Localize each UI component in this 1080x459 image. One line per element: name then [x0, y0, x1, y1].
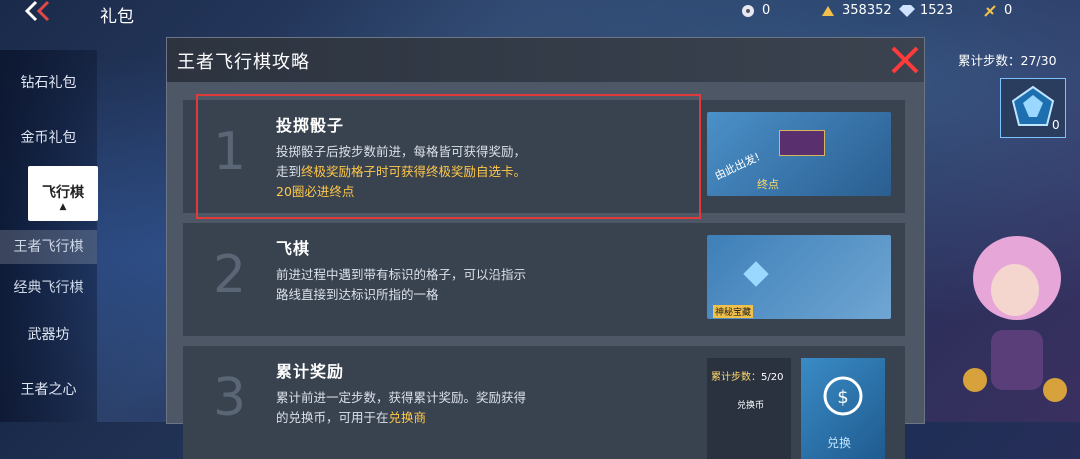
gold-coin-icon — [820, 4, 836, 18]
diamond-icon — [743, 261, 769, 287]
steps-counter: 累计步数：27/30 — [958, 53, 1057, 68]
resource-plus[interactable]: 0 — [982, 3, 1012, 18]
sidebar-item-gold-pack[interactable]: 金币礼包 — [0, 127, 97, 147]
plus-currency-icon — [982, 4, 998, 18]
dice-token-icon — [740, 4, 756, 18]
resource-diamond[interactable]: 1523 — [898, 3, 953, 18]
sidebar-item-label: 飞行棋 — [42, 185, 84, 201]
sidebar-item-flight-chess[interactable]: 飞行棋 ▲ — [28, 166, 98, 221]
steps-thumbnail: 累计步数：5/20 兑换币 — [707, 358, 791, 459]
card-title: 累计奖励 — [276, 362, 345, 381]
resource-dice[interactable]: 0 — [740, 3, 770, 18]
close-icon — [891, 46, 919, 74]
reward-box-count: 0 — [1052, 118, 1060, 132]
diamond-icon — [898, 4, 915, 18]
close-button[interactable] — [889, 44, 921, 76]
roll-dice-thumbnail: 由此出发! 终点 — [707, 112, 891, 196]
page-title: 礼包 — [100, 7, 134, 27]
fly-thumbnail: 神秘宝藏 — [707, 235, 891, 319]
triangle-up-icon: ▲ — [59, 202, 67, 212]
svg-text:$: $ — [837, 387, 848, 408]
guide-card-fly: 2 飞棋 前进过程中遇到带有标识的格子，可以沿指示路线直接到达标识所指的一格 神… — [183, 223, 905, 336]
exchange-thumbnail: $ 兑换 — [801, 358, 885, 459]
resource-gold[interactable]: 358352 — [820, 3, 892, 18]
top-bar: 礼包 0 358352 1523 0 — [0, 0, 1080, 28]
sidebar-item-classic-flight-chess[interactable]: 经典飞行棋 — [0, 277, 97, 297]
reward-card-icon — [779, 130, 825, 156]
double-chevron-left-icon — [24, 0, 50, 22]
highlight-outline — [196, 94, 701, 219]
chibi-character-image — [955, 230, 1075, 420]
dollar-coin-icon: $ — [823, 376, 863, 416]
card-description: 前进过程中遇到带有标识的格子，可以沿指示路线直接到达标识所指的一格 — [276, 267, 527, 302]
step-number: 3 — [213, 368, 247, 428]
guide-card-cumulative-reward: 3 累计奖励 累计前进一定步数，获得累计奖励。奖励获得的兑换币，可用于在兑换商 … — [183, 346, 905, 459]
panel-header: 王者飞行棋攻略 — [167, 38, 924, 82]
sidebar: 钻石礼包 金币礼包 飞行棋 ▲ 王者飞行棋 经典飞行棋 武器坊 王者之心 — [0, 50, 98, 422]
sidebar-item-king-flight-chess[interactable]: 王者飞行棋 — [0, 230, 97, 264]
sidebar-item-diamond-pack[interactable]: 钻石礼包 — [0, 72, 97, 92]
sidebar-item-king-heart[interactable]: 王者之心 — [0, 379, 97, 399]
sidebar-item-weapon-shop[interactable]: 武器坊 — [0, 324, 97, 344]
back-button[interactable] — [22, 0, 52, 26]
panel-title: 王者飞行棋攻略 — [177, 52, 310, 73]
card-description: 累计前进一定步数，获得累计奖励。奖励获得的兑换币，可用于在兑换商 — [276, 390, 527, 425]
step-number: 2 — [213, 245, 247, 305]
card-title: 飞棋 — [276, 239, 311, 258]
